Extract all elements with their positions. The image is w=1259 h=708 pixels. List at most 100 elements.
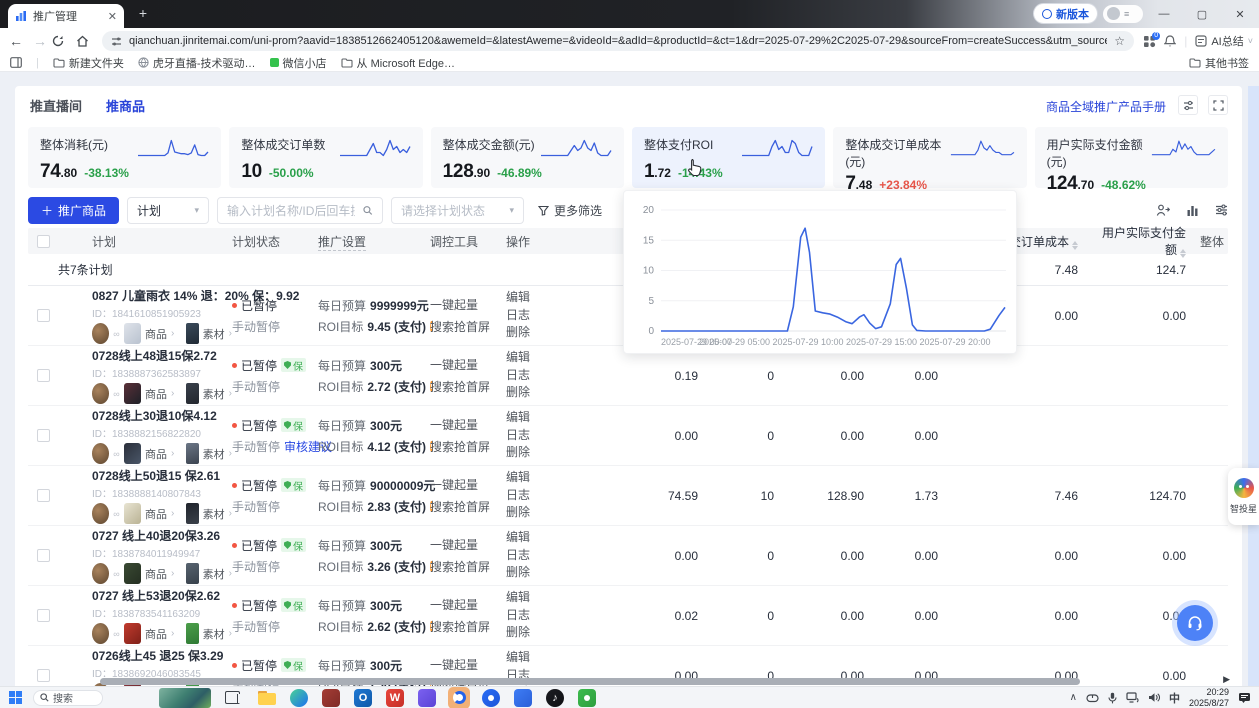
product-link[interactable]: 商品 — [145, 326, 167, 342]
header-metric-6[interactable]: 整体 — [1200, 233, 1228, 250]
fullscreen-icon[interactable] — [1208, 95, 1228, 115]
network-display-icon[interactable] — [1126, 692, 1139, 703]
column-chart-icon[interactable] — [1186, 204, 1199, 217]
header-metric-5[interactable]: 用户实际支付金额 — [1092, 224, 1200, 258]
search-screen-link[interactable]: 搜索抢首屏 — [430, 378, 506, 395]
stat-card-0[interactable]: 整体消耗(元)74.80-38.13% — [28, 127, 221, 188]
blue-tile-app-icon[interactable] — [512, 687, 534, 708]
edit-link[interactable]: 编辑 — [506, 469, 550, 486]
material-link[interactable]: 素材 — [203, 386, 225, 402]
one-click-boost-link[interactable]: 一键起量 — [430, 536, 506, 553]
material-thumbnail[interactable] — [186, 623, 198, 644]
plan-title[interactable]: 0728线上48退15保2.72 — [92, 347, 232, 364]
microphone-icon[interactable] — [1108, 692, 1117, 704]
forward-button[interactable]: → — [28, 33, 52, 49]
row-checkbox[interactable] — [37, 669, 50, 682]
row-checkbox[interactable] — [37, 429, 50, 442]
zhitouxing-widget[interactable]: 智投星 — [1228, 468, 1259, 525]
taskbar-clock[interactable]: 20:29 2025/8/27 — [1189, 687, 1229, 708]
task-view-icon[interactable] — [225, 691, 240, 704]
log-link[interactable]: 日志 — [506, 487, 550, 504]
select-all-checkbox[interactable] — [37, 235, 50, 248]
search-input[interactable]: 输入计划名称/ID后回车搜索 — [217, 197, 383, 224]
plan-title[interactable]: 0728线上50退15 保2.61 — [92, 467, 232, 484]
row-checkbox[interactable] — [37, 609, 50, 622]
log-link[interactable]: 日志 — [506, 607, 550, 624]
stat-card-4[interactable]: 整体成交订单成本(元)7.48+23.84% — [833, 127, 1026, 188]
edit-link[interactable]: 编辑 — [506, 589, 550, 606]
back-button[interactable]: ← — [4, 33, 28, 49]
header-tools[interactable]: 调控工具 — [430, 233, 506, 250]
plan-title[interactable]: 0726线上45 退25 保3.29 — [92, 647, 232, 664]
stat-card-1[interactable]: 整体成交订单数10-50.00% — [229, 127, 422, 188]
material-thumbnail[interactable] — [186, 443, 198, 464]
edit-link[interactable]: 编辑 — [506, 529, 550, 546]
edge-icon[interactable] — [288, 687, 310, 708]
stat-card-2[interactable]: 整体成交金额(元)128.90-46.89% — [431, 127, 624, 188]
bookmark-star-icon[interactable]: ☆ — [1114, 34, 1125, 48]
bookmark-item[interactable]: 虎牙直播-技术驱动… — [138, 55, 256, 71]
bookmark-item[interactable]: 从 Microsoft Edge… — [341, 55, 455, 71]
log-link[interactable]: 日志 — [506, 427, 550, 444]
edit-link[interactable]: 编辑 — [506, 289, 550, 306]
material-link[interactable]: 素材 — [203, 506, 225, 522]
blue-dot-app-icon[interactable] — [480, 687, 502, 708]
product-link[interactable]: 商品 — [145, 506, 167, 522]
one-click-boost-link[interactable]: 一键起量 — [430, 296, 506, 313]
row-checkbox[interactable] — [37, 489, 50, 502]
material-link[interactable]: 素材 — [203, 326, 225, 342]
purple-app-icon[interactable] — [416, 687, 438, 708]
delete-link[interactable]: 删除 — [506, 564, 550, 581]
url-bar[interactable]: qianchuan.jinritemai.com/uni-prom?aavid=… — [102, 31, 1134, 51]
tab-close-icon[interactable]: ✕ — [108, 10, 117, 23]
weather-widget[interactable] — [159, 688, 211, 708]
product-thumbnail[interactable] — [124, 503, 141, 524]
log-link[interactable]: 日志 — [506, 307, 550, 324]
side-panel-icon[interactable] — [10, 57, 22, 68]
new-tab-button[interactable]: + — [134, 5, 152, 21]
browser-profile-button[interactable]: ≡ — [1103, 5, 1143, 23]
taskbar-search[interactable]: 搜索 — [33, 690, 103, 706]
plan-title[interactable]: 0827 儿童雨衣 14% 退：20% 保：9.92 — [92, 287, 232, 304]
tray-chevron-up-icon[interactable]: ∧ — [1070, 692, 1077, 703]
bookmark-item[interactable]: 新建文件夹 — [53, 55, 124, 71]
column-settings-icon[interactable] — [1215, 204, 1228, 217]
reload-button[interactable] — [52, 35, 76, 47]
edit-link[interactable]: 编辑 — [506, 349, 550, 366]
member-switch-icon[interactable] — [1156, 204, 1170, 217]
wps-icon[interactable]: W — [384, 687, 406, 708]
home-button[interactable] — [76, 35, 100, 47]
delete-link[interactable]: 删除 — [506, 324, 550, 341]
notification-center-icon[interactable] — [1238, 692, 1251, 704]
delete-link[interactable]: 删除 — [506, 624, 550, 641]
product-link[interactable]: 商品 — [145, 566, 167, 582]
log-link[interactable]: 日志 — [506, 367, 550, 384]
window-maximize-button[interactable]: ▢ — [1183, 0, 1221, 28]
material-thumbnail[interactable] — [186, 383, 198, 404]
search-screen-link[interactable]: 搜索抢首屏 — [430, 618, 506, 635]
speaker-icon[interactable] — [1148, 692, 1160, 703]
window-close-button[interactable]: ✕ — [1221, 0, 1259, 28]
notifications-bell-icon[interactable] — [1164, 35, 1176, 48]
header-plan[interactable]: 计划 — [92, 233, 232, 250]
edit-link[interactable]: 编辑 — [506, 649, 550, 666]
browser-tab[interactable]: 推广管理 ✕ — [8, 4, 124, 28]
search-screen-link[interactable]: 搜索抢首屏 — [430, 558, 506, 575]
wechat-app-icon[interactable] — [576, 687, 598, 708]
row-checkbox[interactable] — [37, 549, 50, 562]
horizontal-scrollbar[interactable] — [100, 678, 1080, 685]
material-thumbnail[interactable] — [186, 323, 198, 344]
product-link[interactable]: 商品 — [145, 446, 167, 462]
other-bookmarks-button[interactable]: 其他书签 — [1189, 55, 1249, 71]
one-click-boost-link[interactable]: 一键起量 — [430, 596, 506, 613]
plan-title[interactable]: 0728线上30退10保4.12 — [92, 407, 232, 424]
bluetooth-device-icon[interactable] — [1086, 693, 1099, 703]
row-checkbox[interactable] — [37, 309, 50, 322]
plan-title[interactable]: 0727 线上53退20保2.62 — [92, 587, 232, 604]
header-actions[interactable]: 操作 — [506, 233, 550, 250]
ime-indicator[interactable]: 中 — [1169, 690, 1180, 706]
material-link[interactable]: 素材 — [203, 626, 225, 642]
material-thumbnail[interactable] — [186, 563, 198, 584]
header-settings[interactable]: 推广设置 — [318, 233, 430, 250]
row-checkbox[interactable] — [37, 369, 50, 382]
